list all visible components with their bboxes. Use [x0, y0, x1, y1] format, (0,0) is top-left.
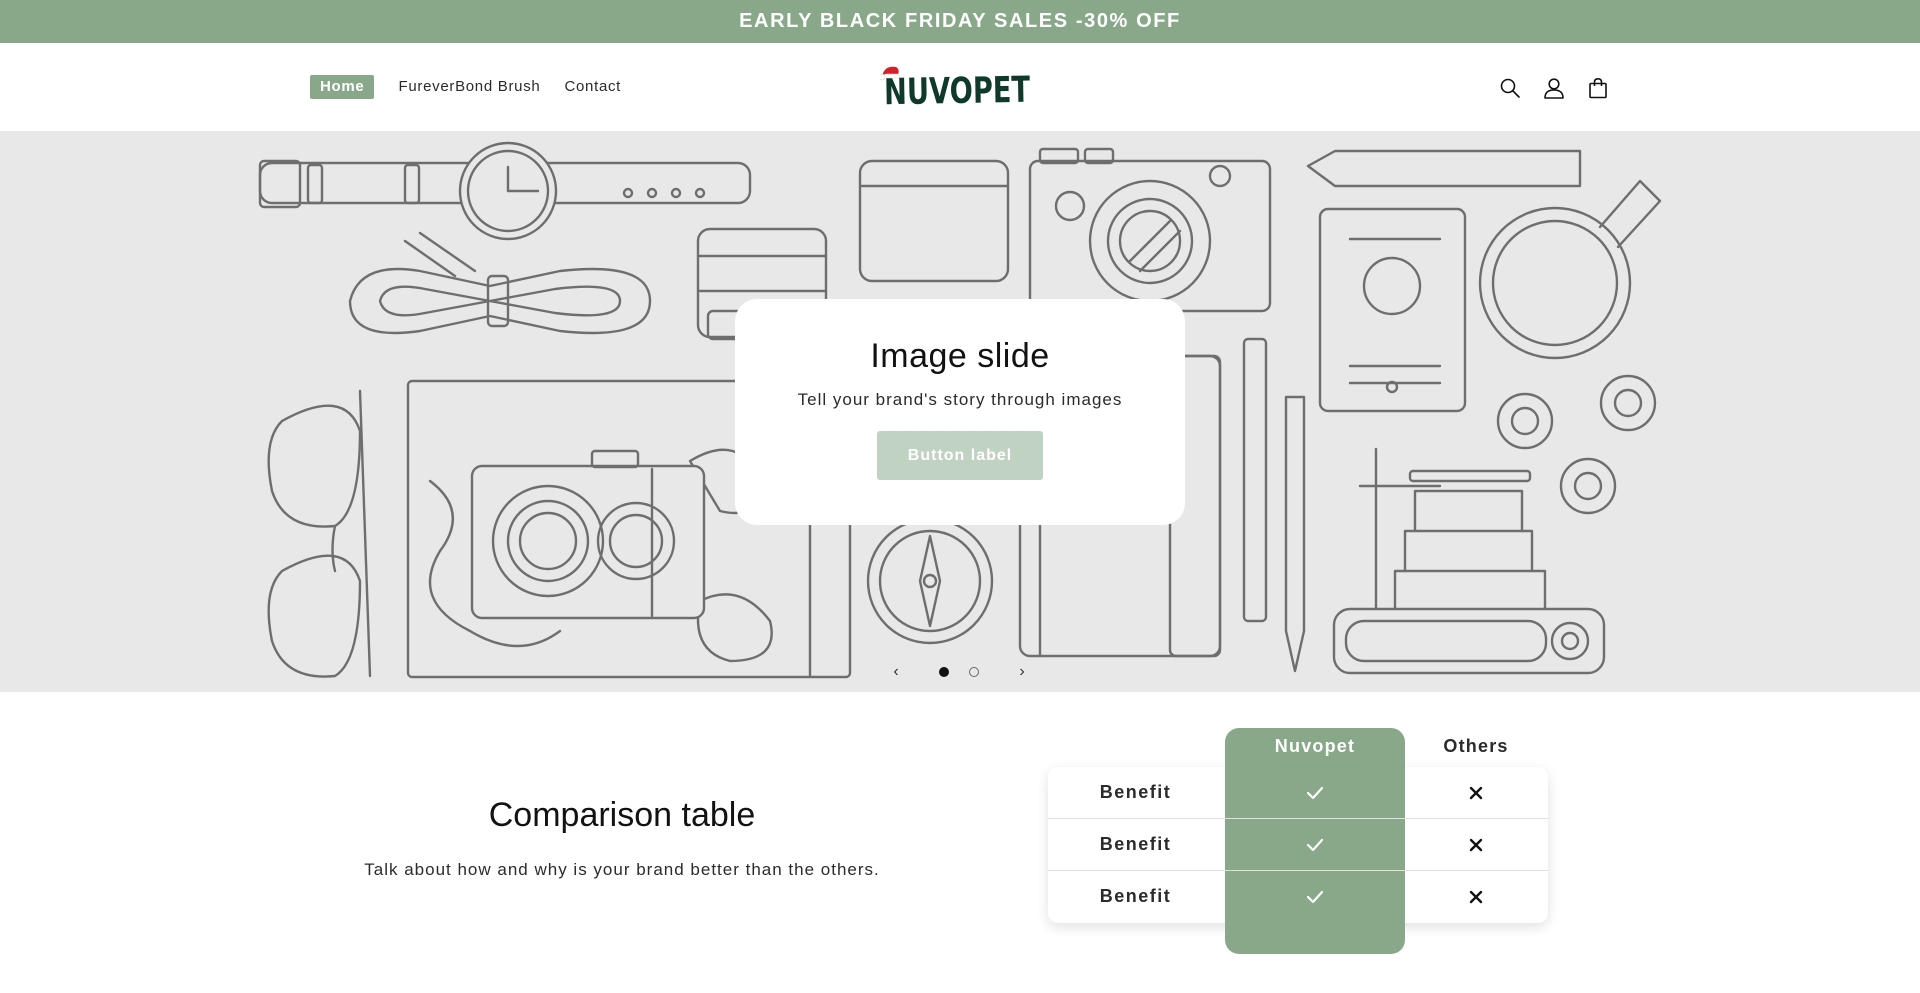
- nuvopet-logo[interactable]: NUVOPET: [878, 63, 1034, 113]
- chevron-right-icon: ›: [1019, 663, 1025, 680]
- site-header: Home FureverBond Brush Contact NUVOPET: [0, 43, 1920, 131]
- comparison-title: Comparison table: [488, 796, 756, 834]
- nav-home[interactable]: Home: [310, 75, 375, 99]
- cross-icon: [1469, 838, 1483, 852]
- row-divider: [1048, 818, 1548, 819]
- slide-prev-button[interactable]: ‹: [884, 660, 908, 684]
- table-row-label: Benefit: [1099, 782, 1172, 802]
- column-header-nuvopet: Nuvopet: [1274, 736, 1356, 756]
- slide-cta-button[interactable]: Button label: [877, 431, 1043, 480]
- main-nav: Home FureverBond Brush Contact: [310, 75, 645, 99]
- announcement-text: EARLY BLACK FRIDAY SALES -30% OFF: [739, 10, 1181, 32]
- announcement-bar: EARLY BLACK FRIDAY SALES -30% OFF: [0, 0, 1920, 43]
- check-icon: [1306, 786, 1324, 800]
- nav-fureverbond-brush[interactable]: FureverBond Brush: [398, 76, 540, 98]
- column-header-others: Others: [1443, 736, 1509, 756]
- table-row-label: Benefit: [1099, 886, 1172, 906]
- slide-content-box: Image slide Tell your brand's story thro…: [735, 299, 1185, 525]
- slide-subtitle: Tell your brand's story through images: [797, 390, 1123, 409]
- comparison-subtitle: Talk about how and why is your brand bet…: [364, 860, 880, 879]
- header-icons: [1494, 72, 1614, 104]
- cross-icon: [1469, 786, 1483, 800]
- check-icon: [1306, 890, 1324, 904]
- table-row-label: Benefit: [1099, 834, 1172, 854]
- check-icon: [1306, 838, 1324, 852]
- slide-dots: [929, 667, 989, 677]
- row-divider: [1048, 870, 1548, 871]
- account-icon[interactable]: [1538, 72, 1570, 104]
- slide-title: Image slide: [870, 337, 1050, 375]
- comparison-section: Comparison table Talk about how and why …: [0, 692, 1920, 993]
- slide-next-button[interactable]: ›: [1010, 660, 1034, 684]
- cart-icon[interactable]: [1582, 72, 1614, 104]
- chevron-left-icon: ‹: [893, 663, 899, 680]
- hero-slideshow: Image slide Tell your brand's story thro…: [0, 131, 1920, 692]
- slide-dot-1[interactable]: [939, 667, 949, 677]
- logo-text: NUVOPET: [884, 70, 1031, 109]
- nav-contact[interactable]: Contact: [564, 76, 621, 98]
- slider-controls: ‹ ›: [884, 659, 1034, 685]
- search-icon[interactable]: [1494, 72, 1526, 104]
- slide-dot-2[interactable]: [969, 667, 979, 677]
- cross-icon: [1469, 890, 1483, 904]
